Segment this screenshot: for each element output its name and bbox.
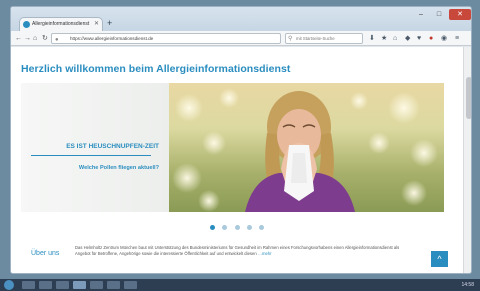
back-icon[interactable]: ←: [15, 33, 22, 44]
slide-link[interactable]: Welche Pollen fliegen aktuell?: [79, 165, 159, 171]
forward-icon[interactable]: →: [24, 33, 31, 44]
about-body: Das Helmholtz Zentrum München baut mit U…: [75, 245, 400, 256]
slide-headline[interactable]: ES IST HEUSCHNUPFEN-ZEIT: [66, 143, 159, 150]
reload-icon[interactable]: ↻: [42, 33, 48, 44]
taskbar: 14:58: [0, 279, 480, 291]
taskbar-app[interactable]: [107, 281, 120, 289]
scrollbar[interactable]: [463, 47, 471, 273]
read-more-link[interactable]: …mehr: [258, 251, 272, 256]
sync-icon[interactable]: ◉: [441, 33, 447, 44]
bookmark-icon[interactable]: ★: [381, 33, 387, 44]
taskbar-app[interactable]: [22, 281, 35, 289]
minimize-button[interactable]: –: [413, 9, 429, 20]
browser-tab[interactable]: Allergieinformationsdienst ✕: [19, 17, 103, 31]
close-button[interactable]: ✕: [449, 9, 471, 20]
scrollbar-thumb[interactable]: [466, 77, 471, 119]
sneezing-woman-photo: [172, 88, 438, 212]
tab-title: Allergieinformationsdienst: [32, 21, 90, 27]
scroll-to-top-button[interactable]: ^: [431, 251, 448, 267]
favicon-icon: [23, 21, 30, 28]
url-text: https://www.allergieinformationsdienst.d…: [70, 36, 154, 41]
home-icon[interactable]: ⌂: [393, 33, 397, 44]
home-nav-icon[interactable]: ⌂: [33, 33, 37, 44]
address-bar[interactable]: ● https://www.allergieinformationsdienst…: [51, 33, 281, 44]
page-title: Herzlich willkommen beim Allergieinforma…: [21, 63, 291, 75]
carousel-dot[interactable]: [259, 225, 265, 230]
about-heading: Über uns: [31, 250, 60, 257]
navigation-bar: ← → ⌂ ↻ ● https://www.allergieinformatio…: [11, 31, 471, 46]
lock-icon: ●: [55, 37, 59, 43]
taskbar-app[interactable]: [124, 281, 137, 289]
heart-icon[interactable]: ♥: [417, 33, 421, 44]
menu-icon[interactable]: ≡: [455, 33, 459, 44]
search-input[interactable]: ⚲ mit Startseite-Suche: [285, 33, 363, 44]
hero-image: [169, 83, 444, 212]
slide-caption: ES IST HEUSCHNUPFEN-ZEIT Welche Pollen f…: [21, 83, 171, 212]
hero-carousel[interactable]: ES IST HEUSCHNUPFEN-ZEIT Welche Pollen f…: [21, 83, 444, 212]
carousel-dot[interactable]: [246, 225, 252, 230]
shield-icon[interactable]: ◆: [405, 33, 410, 44]
system-clock[interactable]: 14:58: [461, 280, 474, 290]
carousel-dot[interactable]: [222, 225, 228, 230]
divider: [31, 155, 151, 156]
page-content: Herzlich willkommen beim Allergieinforma…: [11, 47, 463, 273]
taskbar-app[interactable]: [90, 281, 103, 289]
about-text: Das Helmholtz Zentrum München baut mit U…: [75, 245, 415, 257]
browser-window: Allergieinformationsdienst ✕ + – □ ✕ ← →…: [10, 6, 472, 274]
addon-icon[interactable]: ●: [429, 33, 433, 44]
download-icon[interactable]: ⬇: [369, 33, 375, 44]
search-icon: ⚲: [288, 36, 293, 42]
start-button[interactable]: [4, 280, 14, 290]
taskbar-app[interactable]: [56, 281, 69, 289]
carousel-dot[interactable]: [209, 225, 215, 230]
new-tab-button[interactable]: +: [107, 18, 112, 29]
taskbar-app[interactable]: [39, 281, 52, 289]
title-bar: Allergieinformationsdienst ✕ + – □ ✕: [11, 7, 471, 31]
maximize-button[interactable]: □: [431, 9, 447, 20]
carousel-dot[interactable]: [234, 225, 240, 230]
carousel-indicators: [11, 217, 463, 230]
taskbar-app-browser[interactable]: [73, 281, 86, 289]
search-placeholder: mit Startseite-Suche: [296, 36, 335, 41]
tab-close-icon[interactable]: ✕: [94, 18, 99, 31]
